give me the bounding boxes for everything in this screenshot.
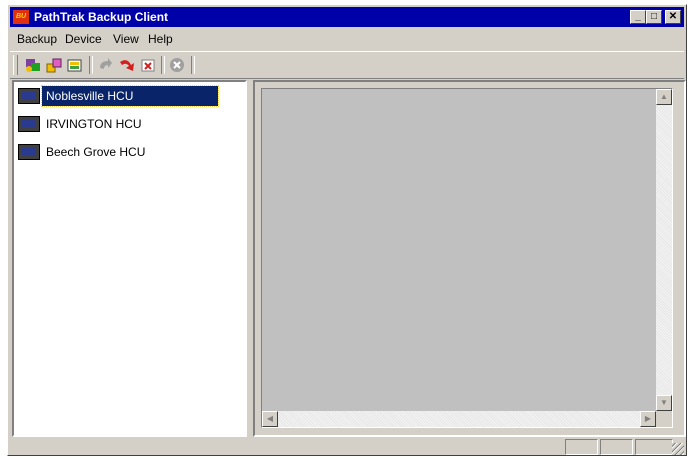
status-panel bbox=[565, 439, 598, 455]
device-label: Noblesville HCU bbox=[41, 85, 219, 107]
scroll-right-button[interactable]: ▶ bbox=[640, 411, 656, 427]
device-item[interactable]: Noblesville HCU bbox=[16, 85, 226, 107]
device-icon bbox=[18, 144, 40, 160]
detail-view[interactable]: ▲ ▼ ◀ ▶ bbox=[261, 88, 673, 428]
status-bar bbox=[10, 437, 684, 455]
app-window: BU PathTrak Backup Client _ □ ✕ Backup D… bbox=[7, 4, 687, 456]
menu-device[interactable]: Device bbox=[65, 32, 102, 46]
add-device-icon[interactable] bbox=[45, 56, 63, 74]
toolbar-separator bbox=[191, 56, 195, 74]
scrollbar-corner bbox=[656, 411, 672, 427]
menu-bar: Backup Device View Help bbox=[10, 29, 684, 49]
app-icon[interactable]: BU bbox=[13, 10, 29, 24]
menu-view[interactable]: View bbox=[113, 32, 139, 46]
connect-icon[interactable] bbox=[24, 56, 42, 74]
vertical-scrollbar[interactable]: ▲ ▼ bbox=[656, 89, 672, 411]
delete-icon[interactable] bbox=[139, 56, 157, 74]
status-panel bbox=[635, 439, 673, 455]
toolbar-separator bbox=[89, 56, 93, 74]
status-panel bbox=[600, 439, 633, 455]
device-label: IRVINGTON HCU bbox=[46, 117, 142, 131]
device-icon bbox=[18, 116, 40, 132]
scroll-up-button[interactable]: ▲ bbox=[656, 89, 672, 105]
resize-grip-icon[interactable] bbox=[672, 443, 684, 455]
toolbar bbox=[10, 51, 684, 79]
redo-icon[interactable] bbox=[118, 56, 136, 74]
maximize-button[interactable]: □ bbox=[646, 10, 662, 24]
stop-icon[interactable] bbox=[168, 56, 186, 74]
scroll-left-button[interactable]: ◀ bbox=[262, 411, 278, 427]
close-button[interactable]: ✕ bbox=[665, 10, 681, 24]
undo-icon[interactable] bbox=[96, 56, 114, 74]
toolbar-grip[interactable] bbox=[13, 55, 18, 75]
device-tree[interactable]: Noblesville HCU IRVINGTON HCU Beech Grov… bbox=[12, 80, 247, 437]
device-label: Beech Grove HCU bbox=[46, 145, 146, 159]
menu-backup[interactable]: Backup bbox=[17, 32, 57, 46]
title-bar[interactable]: BU PathTrak Backup Client _ □ ✕ bbox=[10, 7, 684, 27]
device-item[interactable]: Beech Grove HCU bbox=[16, 141, 226, 163]
toolbar-separator bbox=[161, 56, 165, 74]
menu-help[interactable]: Help bbox=[148, 32, 173, 46]
properties-icon[interactable] bbox=[66, 56, 84, 74]
device-icon bbox=[18, 88, 40, 104]
window-title: PathTrak Backup Client bbox=[34, 10, 169, 24]
device-item[interactable]: IRVINGTON HCU bbox=[16, 113, 226, 135]
minimize-button[interactable]: _ bbox=[630, 10, 646, 24]
scroll-down-button[interactable]: ▼ bbox=[656, 395, 672, 411]
horizontal-scrollbar[interactable]: ◀ ▶ bbox=[262, 411, 656, 427]
detail-pane: ▲ ▼ ◀ ▶ bbox=[253, 80, 686, 437]
status-text bbox=[10, 439, 565, 455]
